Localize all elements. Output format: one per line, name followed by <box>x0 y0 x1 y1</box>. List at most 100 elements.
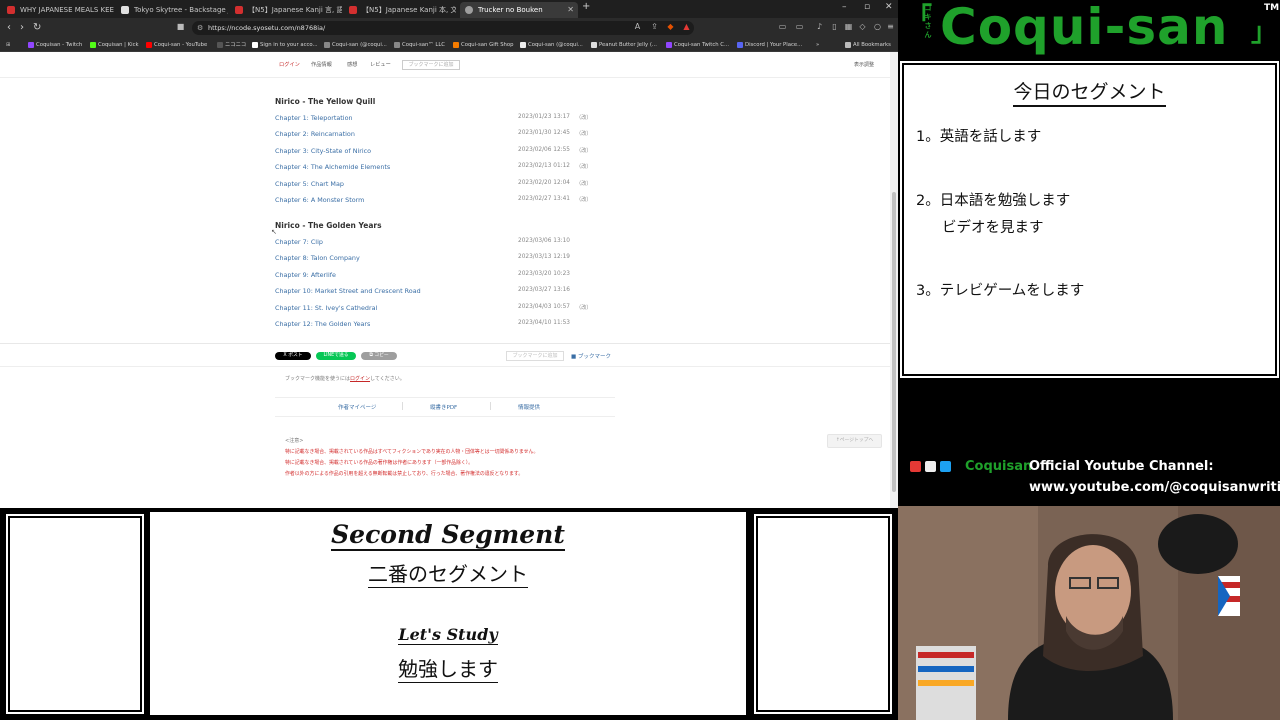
address-bar[interactable]: ⚙ https://ncode.syosetu.com/n8768ia/ <box>192 21 694 35</box>
chapter-row[interactable]: Chapter 3: City-State of Nirico 2023/02/0… <box>275 147 595 157</box>
x-post-button[interactable]: X ポスト <box>275 352 311 360</box>
music-icon[interactable]: ♪ <box>815 22 824 31</box>
chapter-row[interactable]: Chapter 2: Reincarnation 2023/01/30 12:45… <box>275 130 595 140</box>
chapter-row[interactable]: Chapter 11: St. Ivey's Cathedral 2023/04/… <box>275 304 595 314</box>
chapter-link[interactable]: Chapter 1: Teleportation <box>275 114 353 122</box>
extension-1-icon[interactable]: ▭ <box>778 22 787 31</box>
revision-mark: （改） <box>576 181 592 187</box>
chapter-row[interactable]: Chapter 12: The Golden Years 2023/04/10 1… <box>275 320 595 330</box>
bookmark-item[interactable]: Sign in to your acco... <box>252 38 318 52</box>
site-info-icon[interactable]: ⚙ <box>197 21 203 35</box>
chapter-link[interactable]: Chapter 9: Afterlife <box>275 271 336 279</box>
bookmark-item[interactable]: Coqui-san Gift Shop <box>453 38 514 52</box>
bookmark-item[interactable]: Coqui-san (@coqui... <box>520 38 583 52</box>
chapter-link[interactable]: Chapter 3: City-State of Nirico <box>275 147 371 155</box>
nav-impression-link[interactable]: 感想 <box>347 61 357 68</box>
bookmark-item[interactable]: Coquisan - Twitch <box>28 38 82 52</box>
tab-5-active[interactable]: Trucker no Bouken ✕ <box>460 2 578 18</box>
tab-2[interactable]: Tokyo Skytree - Backstage Japan | N <box>116 2 228 18</box>
segment-title-en: Second Segment <box>331 520 565 551</box>
chapter-link[interactable]: Chapter 2: Reincarnation <box>275 130 355 138</box>
all-bookmarks[interactable]: All Bookmarks <box>845 38 891 52</box>
forward-icon[interactable]: › <box>20 21 24 35</box>
chapter-row[interactable]: Chapter 10: Market Street and Crescent R… <box>275 287 595 297</box>
tab-3[interactable]: 【N5】Japanese Kanji 言, 語, 話, 先, <box>230 2 342 18</box>
study-label-jp: 勉強します <box>398 657 498 683</box>
brave-icon[interactable]: ◆ <box>666 22 675 31</box>
tab-4[interactable]: 【N5】Japanese Kanji 本, 文, 音, 右, <box>344 2 456 18</box>
scrollbar-thumb[interactable] <box>892 192 896 492</box>
youtube-favicon-icon <box>7 6 15 14</box>
chapter-link[interactable]: Chapter 6: A Monster Storm <box>275 196 364 204</box>
extensions-icon[interactable]: ▦ <box>844 22 853 31</box>
bookmark-item[interactable]: Coqui-san (@coqui... <box>324 38 387 52</box>
chapter-link[interactable]: Chapter 11: St. Ivey's Cathedral <box>275 304 377 312</box>
bookmark-item[interactable]: Coqui-san™ LLC <box>394 38 445 52</box>
nav-review-link[interactable]: レビュー <box>370 61 391 68</box>
bookmark-item[interactable]: Coqui-san Twitch C... <box>666 38 729 52</box>
chapter-row[interactable]: Chapter 8: Talon Company 2023/03/13 12:19 <box>275 254 595 264</box>
agenda-item-2: 2。日本語を勉強します <box>916 193 1071 209</box>
copy-button[interactable]: ⧉ コピー <box>361 352 397 360</box>
share-icon[interactable]: ⇪ <box>650 22 659 31</box>
author-page-link[interactable]: 作者マイページ <box>338 403 376 411</box>
add-bookmark-button[interactable]: ブックマークに追加 <box>402 60 460 70</box>
bookmark-item[interactable]: Coqui-san - YouTube <box>146 38 207 52</box>
bookmark-item[interactable]: Peanut Butter Jelly (... <box>591 38 657 52</box>
agenda-item-3: 3。テレビゲームをします <box>916 283 1085 299</box>
chapter-link[interactable]: Chapter 4: The Alchemide Elements <box>275 163 390 171</box>
more-bookmarks-icon[interactable]: » <box>816 38 819 52</box>
login-note: ブックマーク機能を使うにはログインしてください。 <box>285 376 405 382</box>
sidebar-icon[interactable]: ▯ <box>830 22 839 31</box>
minimize-icon[interactable]: – <box>842 2 847 12</box>
chapter-link[interactable]: Chapter 5: Chart Map <box>275 180 344 188</box>
page-top-button[interactable]: ↑ページトップへ <box>827 434 882 448</box>
translate-icon[interactable]: A <box>633 22 642 31</box>
close-window-icon[interactable]: ✕ <box>885 2 893 12</box>
chapter-link[interactable]: Chapter 7: Clip <box>275 238 323 246</box>
vertical-pdf-link[interactable]: 縦書きPDF <box>430 403 457 411</box>
close-tab-icon[interactable]: ✕ <box>567 2 574 18</box>
line-share-button[interactable]: LINEで送る <box>316 352 356 360</box>
apps-icon[interactable]: ⊞ <box>6 38 10 52</box>
profile-icon[interactable]: ○ <box>873 22 882 31</box>
display-settings-link[interactable]: 表示調整 <box>854 61 874 68</box>
bookmark-star-icon[interactable]: ■ <box>176 22 185 31</box>
chapter-row[interactable]: Chapter 7: Clip 2023/03/06 13:10 <box>275 238 595 248</box>
login-link[interactable]: ログイン <box>350 376 370 382</box>
chapter-row[interactable]: Chapter 1: Teleportation 2023/01/23 13:17… <box>275 114 595 124</box>
webcam-image <box>898 506 1280 720</box>
back-icon[interactable]: ‹ <box>7 21 11 35</box>
segment-card: Second Segment 二番のセグメント Let's Study 勉強しま… <box>150 512 746 715</box>
bookmark-item[interactable]: Discord | Your Place... <box>737 38 802 52</box>
report-info-link[interactable]: 情報提供 <box>518 403 540 411</box>
nav-info-link[interactable]: 作品情報 <box>311 61 332 68</box>
chapter-row[interactable]: Chapter 5: Chart Map 2023/02/20 12:04 （改） <box>275 180 595 190</box>
add-bookmark-button-2[interactable]: ブックマークに追加 <box>506 351 564 361</box>
divider <box>0 343 890 344</box>
scrollbar[interactable] <box>890 52 898 508</box>
chapter-link[interactable]: Chapter 8: Talon Company <box>275 254 360 262</box>
menu-icon[interactable]: ≡ <box>886 22 895 31</box>
discord-icon <box>737 42 743 48</box>
rewards-icon[interactable]: ▲ <box>682 22 691 31</box>
chapter-row[interactable]: Chapter 4: The Alchemide Elements 2023/02… <box>275 163 595 173</box>
wallet-icon[interactable]: ◇ <box>858 22 867 31</box>
channel-label: Official Youtube Channel: <box>1029 459 1214 474</box>
chapter-link[interactable]: Chapter 12: The Golden Years <box>275 320 370 328</box>
chapter-row[interactable]: Chapter 9: Afterlife 2023/03/20 10:23 <box>275 271 595 281</box>
tab-1[interactable]: WHY JAPANESE MEALS KEEP YOU TH <box>2 2 114 18</box>
chapter-row[interactable]: Chapter 6: A Monster Storm 2023/02/27 13:… <box>275 196 595 206</box>
bookmark-item[interactable]: Coquisan | Kick <box>90 38 139 52</box>
reload-icon[interactable]: ↻ <box>33 21 41 35</box>
bookmark-link[interactable]: ■ ブックマーク <box>571 352 611 360</box>
chapter-date: 2023/03/06 13:10 <box>518 238 570 244</box>
bookmark-item[interactable]: ニコニコ <box>217 38 246 52</box>
revision-mark: （改） <box>576 305 592 311</box>
chapter-date: 2023/02/27 13:41 <box>518 196 570 202</box>
nav-login-link[interactable]: ログイン <box>279 61 300 68</box>
new-tab-button[interactable]: + <box>582 1 590 12</box>
maximize-icon[interactable]: ▫ <box>864 2 870 12</box>
chapter-link[interactable]: Chapter 10: Market Street and Crescent R… <box>275 287 421 295</box>
extension-2-icon[interactable]: ▭ <box>795 22 804 31</box>
